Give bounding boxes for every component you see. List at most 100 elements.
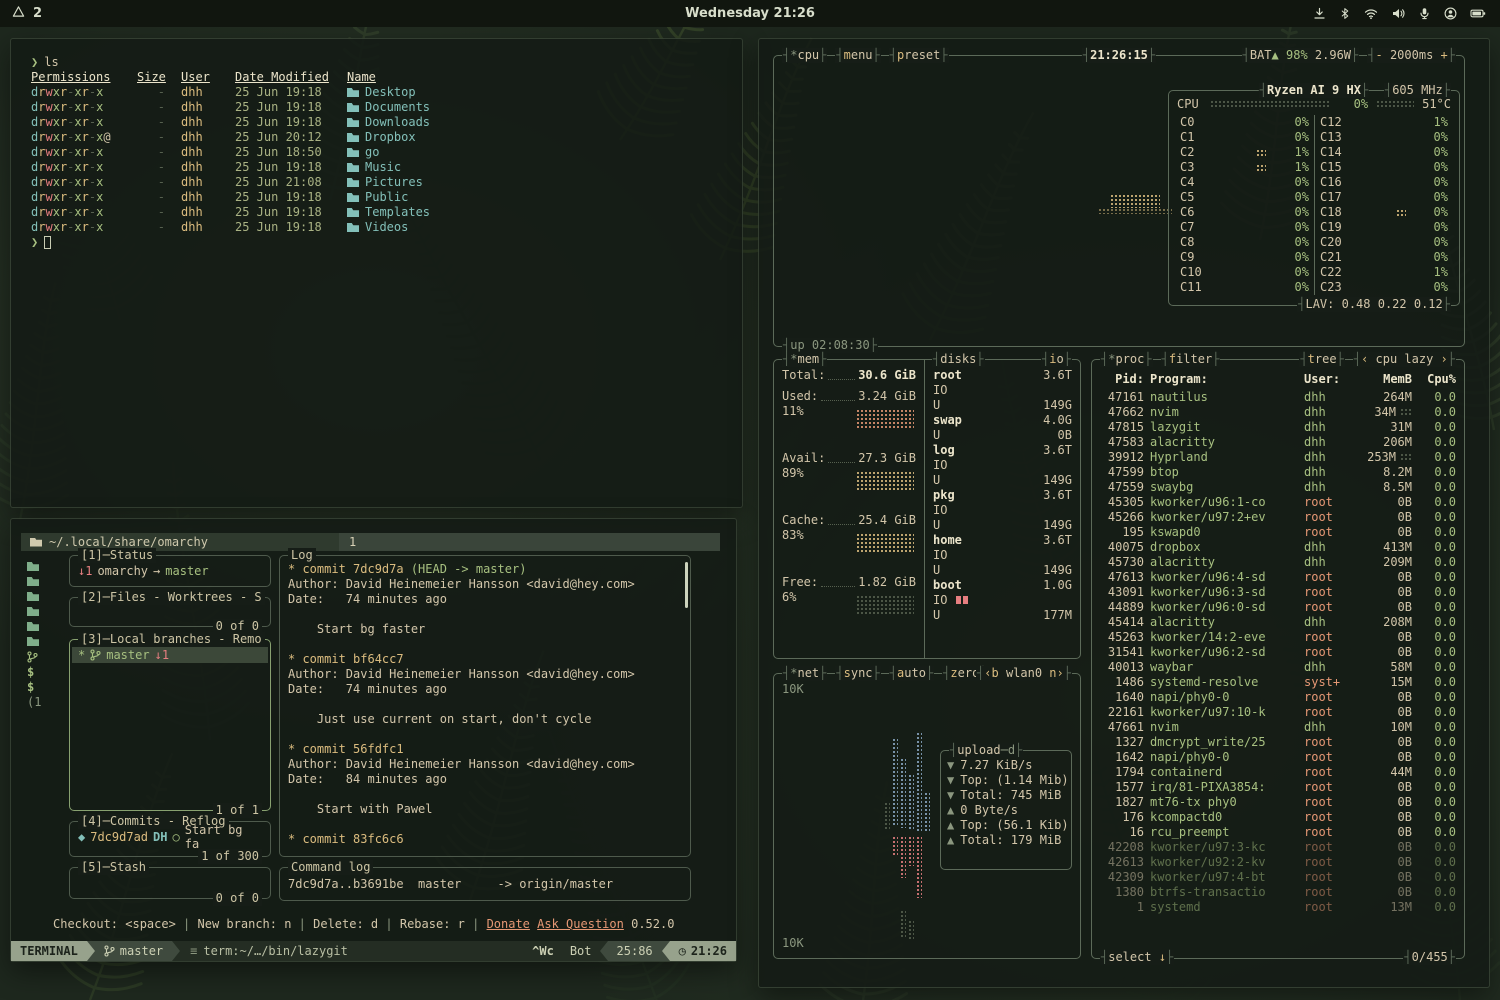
process-row[interactable]: 1642napi/phy0-0root0B0.0 [1100,750,1458,765]
process-row[interactable]: 47661nvimdhh10M0.0 [1100,720,1458,735]
process-row[interactable]: 40013waybardhh58M0.0 [1100,660,1458,675]
commit-row[interactable]: ◆ 7dc9d7ad DH ○ Start bg fa [72,829,268,845]
process-row[interactable]: 195kswapd0root0B0.0 [1100,525,1458,540]
process-user: root [1304,765,1350,780]
process-row[interactable]: 47559swaybgdhh8.5M0.0 [1100,480,1458,495]
process-row[interactable]: 47583alacrittydhh206M0.0 [1100,435,1458,450]
terminal-window-btop[interactable]: ┤Ryzen AI 9 HX├┤605 MHz├┤LAV: 0.48 0.22 … [758,38,1490,988]
panel-files[interactable]: [2]─Files - Worktrees - S 0 of 0 [69,597,271,627]
help-link[interactable]: Ask Question [537,917,624,931]
explorer-item[interactable] [27,589,65,604]
process-row[interactable]: 42309kworker/u97:4-btroot0B0.0 [1100,870,1458,885]
process-row[interactable]: 47613kworker/u96:4-sdroot0B0.0 [1100,570,1458,585]
panel-title: [1]─Status [78,548,156,563]
process-row[interactable]: 1486systemd-resolvesyst+15M0.0 [1100,675,1458,690]
menu-button[interactable]: ┤menu├ [835,48,880,63]
chip-text: upload [957,743,1000,758]
process-row[interactable]: 45730alacrittydhh209M0.0 [1100,555,1458,570]
process-row[interactable]: 1577irq/81-PIXA3854:root0B0.0 [1100,780,1458,795]
wifi-icon[interactable] [1364,7,1378,20]
sync-toggle[interactable]: ┤sync├ [835,666,880,681]
battery-icon[interactable] [1470,7,1486,20]
scrollbar[interactable] [685,562,688,608]
preset-button[interactable]: ┤preset├ [889,48,949,63]
explorer-item[interactable] [27,619,65,634]
panel-status[interactable]: [1]─Status ↓1 omarchy → master [69,555,271,587]
process-row[interactable]: 1327dmcrypt_write/25root0B0.0 [1100,735,1458,750]
panel-command-log[interactable]: Command log 7dc9d7a..b3691be master -> o… [279,867,691,901]
panel-commits[interactable]: [4]─Commits - Reflog ◆ 7dc9d7ad DH ○ Sta… [69,821,271,857]
process-row[interactable]: 45414alacrittydhh208M0.0 [1100,615,1458,630]
clock-icon: ◷ [679,944,686,958]
process-row[interactable]: 1640napi/phy0-0root0B0.0 [1100,690,1458,705]
process-row[interactable]: 1380btrfs-transactioroot0B0.0 [1100,885,1458,900]
chip-text: o [1057,352,1064,367]
process-mem: 264M [1356,390,1412,405]
permissions: drwxr-xr-x [31,145,137,160]
process-row[interactable]: 47161nautilusdhh264M0.0 [1100,390,1458,405]
process-row[interactable]: 1794containerdroot44M0.0 [1100,765,1458,780]
update-interval[interactable]: ┤- 2000ms +├ [1367,48,1456,63]
shell-prompt: $ [27,679,65,694]
mic-icon[interactable] [1418,7,1431,20]
help-link[interactable]: Donate [487,917,530,931]
commit-hash: * commit 7dc9d7a [288,562,404,576]
process-row[interactable]: 42208kworker/u97:3-kcroot0B0.0 [1100,840,1458,855]
process-row[interactable]: 45266kworker/u97:2+evroot0B0.0 [1100,510,1458,525]
process-mem: 209M [1356,555,1412,570]
explorer-item[interactable] [27,559,65,574]
border-bracket: ┤ [1101,950,1108,965]
process-row[interactable]: 31541kworker/u96:2-sdroot0B0.0 [1100,645,1458,660]
terminal-window-lazygit[interactable]: ~/.local/share/omarchy 1 $$(1 [1]─Status… [10,518,737,962]
border-bracket: ┤ [1260,83,1267,98]
process-row[interactable]: 42613kworker/u92:2-kvroot0B0.0 [1100,855,1458,870]
process-row[interactable]: 176kcompactd0root0B0.0 [1100,810,1458,825]
explorer-item[interactable] [27,649,65,664]
volume-icon[interactable] [1391,7,1405,20]
io-toggle[interactable]: ┤io├ [1041,352,1072,367]
log-line: * commit 83fc6c6 [288,832,680,847]
process-row[interactable]: 1827mt76-tx phy0root0B0.0 [1100,795,1458,810]
bluetooth-icon[interactable] [1339,7,1351,20]
interface-switcher[interactable]: ┤‹b wlan0 n›├ [976,666,1072,681]
process-row[interactable]: 43091kworker/u96:3-sdroot0B0.0 [1100,585,1458,600]
chip-text: 2000ms [1383,48,1441,63]
chip-text: up 02:08:30 [790,338,869,353]
date-modified: 25 Jun 20:12 [235,130,331,145]
sort-selector[interactable]: ┤‹ cpu lazy ›├ [1353,352,1456,367]
process-row[interactable]: 45263kworker/14:2-everoot0B0.0 [1100,630,1458,645]
process-cpu: 0.0 [1418,690,1456,705]
cpu-box-title: ┤*cpu├ [782,48,827,63]
explorer-item[interactable] [27,604,65,619]
user-icon[interactable] [1444,7,1457,20]
tab-1[interactable]: 1 [339,533,720,551]
explorer-item[interactable] [27,634,65,649]
process-row[interactable]: 45305kworker/u96:1-coroot0B0.0 [1100,495,1458,510]
process-row[interactable]: 47662nvimdhh34M0.0 [1100,405,1458,420]
panel-local-branches[interactable]: [3]─Local branches - Remo * master ↓1 1 … [69,639,271,811]
file-name: Dropbox [347,130,416,145]
terminal-window-ls[interactable]: ❯lsPermissionsSizeUserDate ModifiedNamed… [10,38,743,508]
filter-button[interactable]: ┤filter├ [1161,352,1221,367]
process-row[interactable]: 22161kworker/u97:10-kroot0B0.0 [1100,705,1458,720]
tree-toggle[interactable]: ┤tree├ [1299,352,1344,367]
top-bar: 2 Wednesday 21:26 [0,0,1500,27]
explorer-item[interactable] [27,574,65,589]
process-row[interactable]: 47815lazygitdhh31M0.0 [1100,420,1458,435]
process-row[interactable]: 40075dropboxdhh413M0.0 [1100,540,1458,555]
panel-log[interactable]: Log * commit 7dc9d7a (HEAD -> master)Aut… [279,555,691,857]
panel-stash[interactable]: [5]─Stash 0 of 0 [69,867,271,899]
process-row[interactable]: 44889kworker/u96:0-sdroot0B0.0 [1100,600,1458,615]
core-percent: 0% [1418,160,1448,175]
permissions: drwxr-xr-x@ [31,130,137,145]
process-row[interactable]: 1systemdroot13M0.0 [1100,900,1458,915]
process-row[interactable]: 47599btopdhh8.2M0.0 [1100,465,1458,480]
auto-toggle[interactable]: ┤auto├ [889,666,934,681]
process-row[interactable]: 39912Hyprlanddhh253M0.0 [1100,450,1458,465]
updates-icon[interactable] [1313,7,1326,20]
branch-row-selected[interactable]: * master ↓1 [72,647,268,663]
workspace-indicator[interactable]: 2 [0,5,42,22]
chip-text: ilter [1176,352,1212,367]
process-row[interactable]: 16rcu_preemptroot0B0.0 [1100,825,1458,840]
cpu-spark-graph [1400,453,1412,461]
